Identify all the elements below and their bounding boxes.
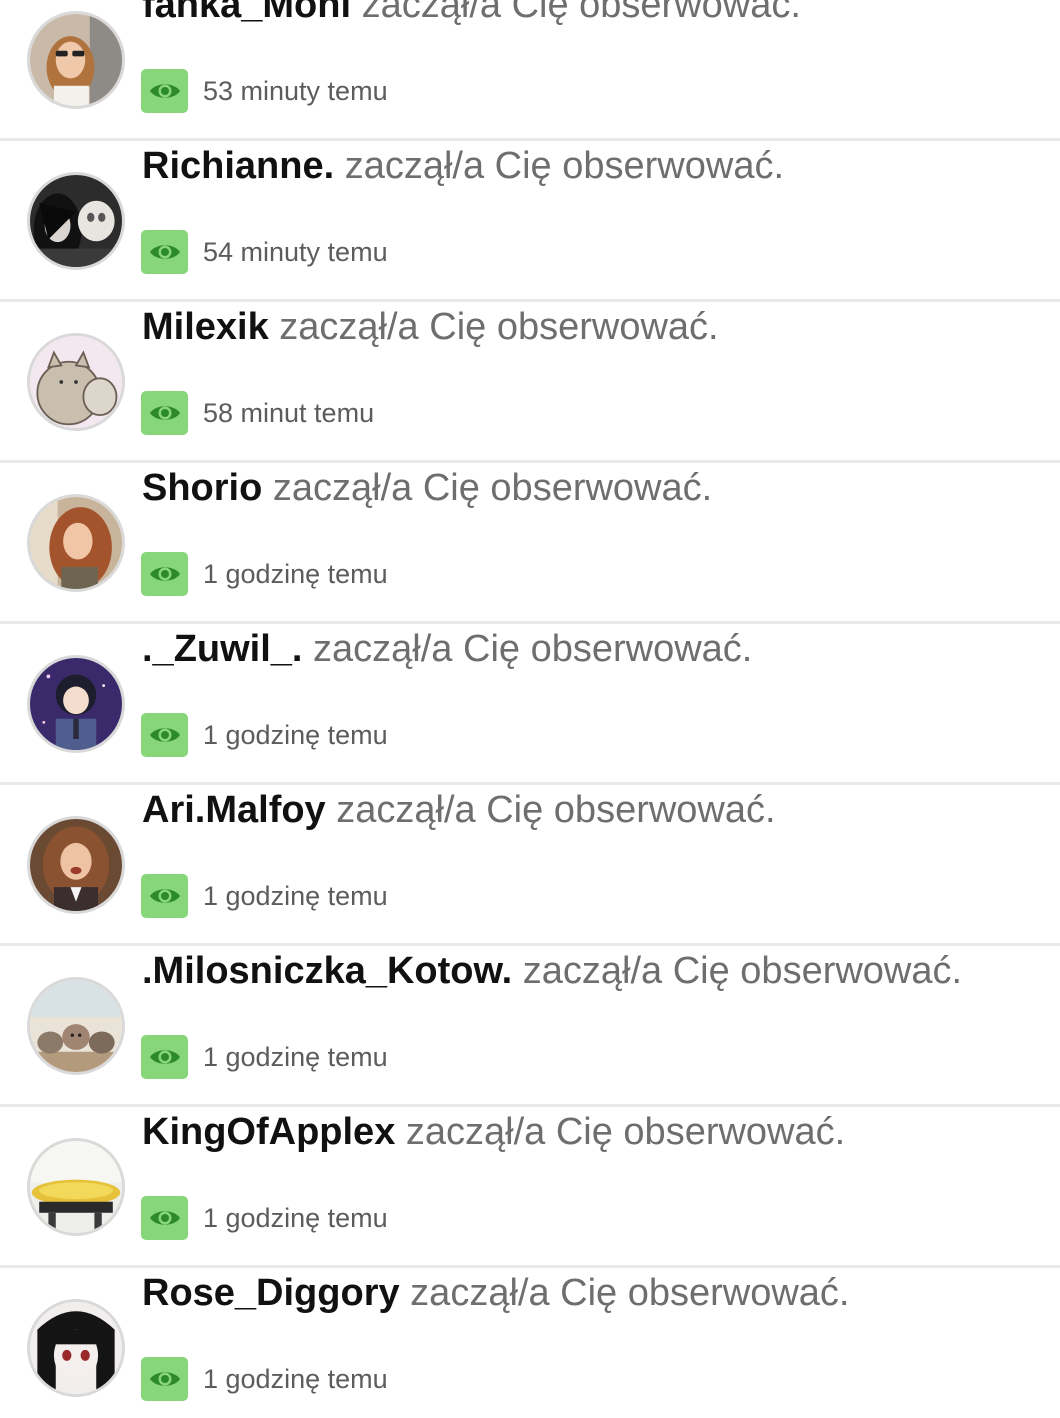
notification-item[interactable]: Milexik zaczął/a Cię obserwować. 58 minu…: [0, 302, 1060, 463]
notification-item[interactable]: Ari.Malfoy zaczął/a Cię obserwować. 1 go…: [0, 785, 1060, 946]
action-text: zaczął/a Cię obserwować.: [262, 467, 713, 509]
notification-text: .Milosniczka_Kotow. zaczął/a Cię obserwo…: [142, 948, 962, 994]
avatar[interactable]: [27, 172, 125, 270]
notification-text: KingOfApplex zaczął/a Cię obserwować.: [142, 1109, 845, 1155]
seen-badge: [141, 391, 188, 435]
meta-line: 1 godzinę temu: [141, 1357, 388, 1401]
timestamp: 54 minuty temu: [203, 236, 388, 267]
action-text: zaczął/a Cię obserwować.: [512, 950, 963, 992]
action-text: zaczął/a Cię obserwować.: [325, 789, 776, 831]
timestamp: 58 minut temu: [203, 397, 375, 428]
seen-badge: [141, 1357, 188, 1401]
seen-badge: [141, 552, 188, 596]
seen-badge: [141, 1035, 188, 1079]
notification-text: ._Zuwil_. zaczął/a Cię obserwować.: [142, 626, 752, 672]
username-link[interactable]: .Milosniczka_Kotow.: [142, 950, 512, 992]
action-text: zaczął/a Cię obserwować.: [268, 306, 719, 348]
meta-line: 1 godzinę temu: [141, 1035, 388, 1079]
seen-badge: [141, 69, 188, 113]
notification-item[interactable]: Rose_Diggory zaczął/a Cię obserwować. 1 …: [0, 1268, 1060, 1418]
eye-icon: [149, 889, 180, 903]
eye-icon: [149, 84, 180, 98]
avatar[interactable]: [27, 494, 125, 592]
meta-line: 1 godzinę temu: [141, 713, 388, 757]
timestamp: 53 minuty temu: [203, 75, 388, 106]
avatar[interactable]: [27, 1138, 125, 1236]
notifications-list: fanka_Moni zaczął/a Cię obserwować. 53 m…: [0, 0, 1060, 1418]
username-link[interactable]: Ari.Malfoy: [142, 789, 326, 831]
meta-line: 58 minut temu: [141, 391, 374, 435]
notification-text: Ari.Malfoy zaczął/a Cię obserwować.: [142, 787, 776, 833]
timestamp: 1 godzinę temu: [203, 719, 388, 750]
username-link[interactable]: Rose_Diggory: [142, 1272, 400, 1314]
action-text: zaczął/a Cię obserwować.: [351, 0, 801, 26]
seen-badge: [141, 1196, 188, 1240]
timestamp: 1 godzinę temu: [203, 558, 388, 589]
avatar[interactable]: [27, 333, 125, 431]
eye-icon: [149, 1372, 180, 1386]
timestamp: 1 godzinę temu: [203, 1363, 388, 1394]
eye-icon: [149, 245, 180, 259]
notification-item[interactable]: ._Zuwil_. zaczął/a Cię obserwować. 1 god…: [0, 624, 1060, 785]
eye-icon: [149, 406, 180, 420]
username-link[interactable]: ._Zuwil_.: [142, 628, 302, 670]
eye-icon: [149, 728, 180, 742]
notification-item[interactable]: .Milosniczka_Kotow. zaczął/a Cię obserwo…: [0, 946, 1060, 1107]
timestamp: 1 godzinę temu: [203, 1202, 388, 1233]
notification-item[interactable]: fanka_Moni zaczął/a Cię obserwować. 53 m…: [0, 0, 1060, 141]
action-text: zaczął/a Cię obserwować.: [395, 1111, 846, 1153]
username-link[interactable]: KingOfApplex: [142, 1111, 395, 1153]
meta-line: 53 minuty temu: [141, 69, 388, 113]
notification-text: Rose_Diggory zaczął/a Cię obserwować.: [142, 1270, 849, 1316]
avatar[interactable]: [27, 816, 125, 914]
seen-badge: [141, 874, 188, 918]
notification-text: fanka_Moni zaczął/a Cię obserwować.: [142, 0, 801, 28]
action-text: zaczął/a Cię obserwować.: [334, 145, 785, 187]
username-link[interactable]: fanka_Moni: [142, 0, 351, 26]
avatar[interactable]: [27, 1299, 125, 1397]
avatar[interactable]: [27, 11, 125, 109]
eye-icon: [149, 567, 180, 581]
avatar[interactable]: [27, 655, 125, 753]
username-link[interactable]: Richianne.: [142, 145, 334, 187]
notification-text: Richianne. zaczął/a Cię obserwować.: [142, 143, 784, 189]
notification-text: Milexik zaczął/a Cię obserwować.: [142, 304, 719, 350]
seen-badge: [141, 713, 188, 757]
notification-item[interactable]: KingOfApplex zaczął/a Cię obserwować. 1 …: [0, 1107, 1060, 1268]
seen-badge: [141, 230, 188, 274]
action-text: zaczął/a Cię obserwować.: [399, 1272, 850, 1314]
meta-line: 1 godzinę temu: [141, 552, 388, 596]
eye-icon: [149, 1211, 180, 1225]
notification-text: Shorio zaczął/a Cię obserwować.: [142, 465, 712, 511]
meta-line: 1 godzinę temu: [141, 874, 388, 918]
eye-icon: [149, 1050, 180, 1064]
timestamp: 1 godzinę temu: [203, 880, 388, 911]
timestamp: 1 godzinę temu: [203, 1041, 388, 1072]
username-link[interactable]: Milexik: [142, 306, 269, 348]
meta-line: 1 godzinę temu: [141, 1196, 388, 1240]
username-link[interactable]: Shorio: [142, 467, 262, 509]
notification-item[interactable]: Shorio zaczął/a Cię obserwować. 1 godzin…: [0, 463, 1060, 624]
notification-item[interactable]: Richianne. zaczął/a Cię obserwować. 54 m…: [0, 141, 1060, 302]
meta-line: 54 minuty temu: [141, 230, 388, 274]
action-text: zaczął/a Cię obserwować.: [302, 628, 753, 670]
avatar[interactable]: [27, 977, 125, 1075]
